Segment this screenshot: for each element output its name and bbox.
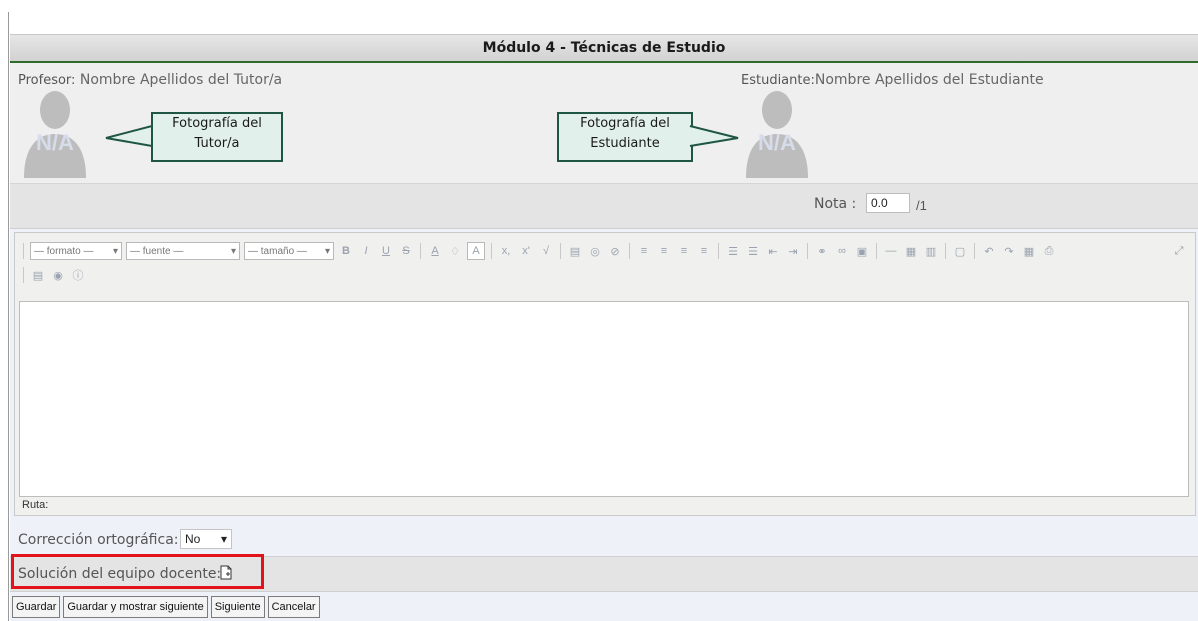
unordered-list-icon[interactable]: ☰ (745, 243, 761, 259)
professor-line: Profesor: Nombre Apellidos del Tutor/a (18, 72, 282, 88)
professor-avatar: N/A (24, 91, 86, 178)
editor-toolbar: — formato — ▾ — fuente — ▾ — tamaño — ▾ B I… (21, 239, 1057, 263)
chevron-down-icon: ▾ (230, 245, 236, 257)
student-callout: Fotografía del Estudiante (557, 112, 693, 162)
format-select-label: — formato — (34, 245, 94, 257)
info-icon[interactable]: ⓘ (70, 267, 86, 283)
grade-total: /1 (916, 198, 927, 213)
toolbar-separator (420, 243, 421, 259)
toolbar-separator (876, 243, 877, 259)
indent-icon[interactable]: ⇥ (785, 243, 801, 259)
toolbar-separator (23, 243, 24, 259)
chevron-down-icon: ▾ (220, 532, 227, 546)
spellcheck-value: No (185, 532, 201, 546)
bold-icon[interactable]: B (338, 243, 354, 259)
superscript-icon[interactable]: x' (518, 243, 534, 259)
student-avatar-text: N/A (758, 130, 796, 155)
left-border (8, 12, 9, 621)
editor-path-label: Ruta: (22, 499, 49, 511)
student-line: Estudiante:Nombre Apellidos del Estudian… (741, 72, 1044, 88)
page-title: Módulo 4 - Técnicas de Estudio (10, 34, 1198, 64)
size-select-label: — tamaño — (248, 245, 307, 257)
paste-icon[interactable]: ▤ (567, 243, 583, 259)
subscript-icon[interactable]: x, (498, 243, 514, 259)
toolbar-separator (945, 243, 946, 259)
link-icon[interactable]: ⚭ (814, 243, 830, 259)
fullscreen-icon[interactable]: ⤢ (1171, 243, 1187, 259)
student-callout-arrow (689, 125, 739, 147)
spellcheck-label: Corrección ortográfica: (18, 532, 179, 548)
outdent-icon[interactable]: ⇤ (765, 243, 781, 259)
toolbar-separator (629, 243, 630, 259)
tutor-callout: Fotografía del Tutor/a (151, 112, 283, 162)
top-strip (0, 0, 1198, 34)
font-select-label: — fuente — (130, 245, 184, 257)
student-avatar: N/A (746, 91, 808, 178)
professor-name: Nombre Apellidos del Tutor/a (79, 72, 283, 88)
grade-row (10, 184, 1198, 229)
action-buttons: Guardar Guardar y mostrar siguiente Sigu… (12, 596, 320, 618)
horizontal-rule-icon[interactable]: — (883, 243, 899, 259)
unlink-icon[interactable]: ∞ (834, 243, 850, 259)
toolbar-separator (491, 243, 492, 259)
formula-icon[interactable]: √ (538, 243, 554, 259)
image-icon[interactable]: ▣ (854, 243, 870, 259)
highlight-color-icon[interactable]: ♢ (447, 243, 463, 259)
student-label: Estudiante: (741, 73, 815, 88)
save-button[interactable]: Guardar (12, 596, 61, 618)
spellcheck-select[interactable]: No ▾ (180, 529, 232, 549)
toolbar-separator (718, 243, 719, 259)
professor-avatar-text: N/A (36, 130, 74, 155)
align-center-icon[interactable]: ≡ (656, 243, 672, 259)
redo-icon[interactable]: ↷ (1001, 243, 1017, 259)
table-props-icon[interactable]: ▥ (923, 243, 939, 259)
cell-icon[interactable]: ▢ (952, 243, 968, 259)
format-select[interactable]: — formato — ▾ (30, 242, 122, 260)
rich-text-editor: — formato — ▾ — fuente — ▾ — tamaño — ▾ B I… (14, 232, 1196, 516)
professor-label: Profesor: (18, 73, 76, 88)
italic-icon[interactable]: I (358, 243, 374, 259)
align-justify-icon[interactable]: ≡ (696, 243, 712, 259)
table-icon[interactable]: ▦ (903, 243, 919, 259)
preview-icon[interactable]: ◉ (50, 267, 66, 283)
toolbar-separator (974, 243, 975, 259)
print-icon[interactable]: ⎙ (1041, 243, 1057, 259)
paste-word-icon[interactable]: ◎ (587, 243, 603, 259)
grid-icon[interactable]: ▦ (1021, 243, 1037, 259)
chevron-down-icon: ▾ (324, 245, 330, 257)
ordered-list-icon[interactable]: ☰ (725, 243, 741, 259)
chevron-down-icon: ▾ (112, 245, 118, 257)
align-right-icon[interactable]: ≡ (676, 243, 692, 259)
cancel-button[interactable]: Cancelar (267, 596, 320, 618)
highlight-box (11, 554, 264, 589)
grade-label: Nota : (814, 196, 857, 212)
toolbar-separator (23, 267, 24, 283)
text-color-icon[interactable]: A (427, 243, 443, 259)
grade-input[interactable] (866, 193, 910, 213)
clear-format-icon[interactable]: ⊘ (607, 243, 623, 259)
font-box-icon[interactable]: A (467, 242, 485, 260)
source-icon[interactable]: ▤ (30, 267, 46, 283)
strikethrough-icon[interactable]: S (398, 243, 414, 259)
student-name: Nombre Apellidos del Estudiante (814, 72, 1044, 88)
underline-icon[interactable]: U (378, 243, 394, 259)
next-button[interactable]: Siguiente (210, 596, 265, 618)
toolbar-separator (560, 243, 561, 259)
editor-toolbar-2: ▤ ◉ ⓘ (21, 263, 86, 287)
align-left-icon[interactable]: ≡ (636, 243, 652, 259)
toolbar-separator (807, 243, 808, 259)
tutor-callout-arrow (105, 125, 153, 147)
font-select[interactable]: — fuente — ▾ (126, 242, 240, 260)
editor-content-area[interactable] (19, 301, 1189, 497)
undo-icon[interactable]: ↶ (981, 243, 997, 259)
size-select[interactable]: — tamaño — ▾ (244, 242, 334, 260)
save-and-next-button[interactable]: Guardar y mostrar siguiente (63, 596, 208, 618)
